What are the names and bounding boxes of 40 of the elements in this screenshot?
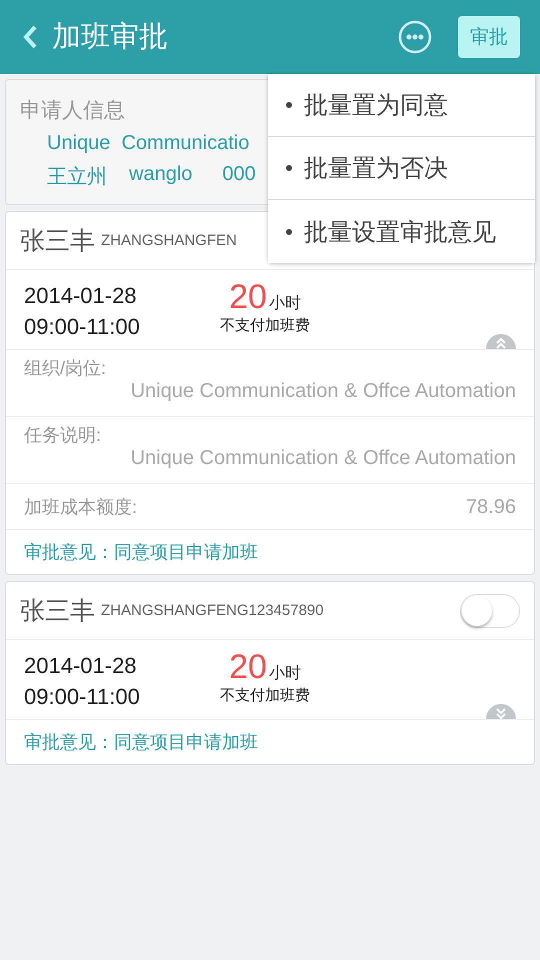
back-icon[interactable] [22,24,38,50]
menu-item[interactable]: 批量设置审批意见 [268,200,535,263]
detail-label: 加班成本额度: [24,496,138,518]
detail-value: 78.96 [466,496,516,518]
menu-item[interactable]: 批量置为同意 [268,74,535,137]
detail-label: 任务说明: [24,424,102,447]
pay-note: 不支付加班费 [220,316,310,335]
bullet-icon [286,102,292,108]
applicant-name: 王立州 [47,165,107,190]
applicant-account: wanglo [129,163,192,187]
bullet-icon [286,228,292,234]
employee-name: 张三丰 [20,596,95,627]
hours-value: 20 [229,650,267,684]
collapse-button[interactable] [486,334,516,349]
approval-opinion: 审批意见：同意项目申请加班 [24,542,258,562]
employee-name: 张三丰 [20,226,95,257]
applicant-code: 000 [222,163,256,187]
expand-button[interactable] [486,704,516,719]
hours-unit: 小时 [268,664,301,684]
more-icon[interactable] [398,20,432,54]
section-title: 申请人信息 [20,98,125,124]
pay-note: 不支付加班费 [220,686,310,705]
bullet-icon [286,165,292,171]
employee-id: ZHANGSHANGFENG123457890 [101,602,325,619]
overtime-time: 09:00-11:00 [24,683,141,711]
page-title: 加班审批 [52,20,169,55]
detail-label: 组织/岗位: [24,357,108,380]
overtime-date: 2014-01-28 [24,652,138,680]
company-name: Unique Communicatio [47,132,250,155]
hours-value: 20 [229,280,267,314]
hours-unit: 小时 [268,294,301,314]
double-chevron-down-icon [495,708,507,719]
menu-item[interactable]: 批量置为否决 [268,137,535,200]
overtime-date: 2014-01-28 [24,282,138,310]
select-switch[interactable] [460,594,520,628]
approval-opinion: 审批意见：同意项目申请加班 [24,732,258,752]
detail-value: Unique Communication & Offce Automation [130,380,516,402]
overtime-time: 09:00-11:00 [24,313,141,341]
double-chevron-up-icon [495,338,507,349]
detail-value: Unique Communication & Offce Automation [130,447,516,469]
